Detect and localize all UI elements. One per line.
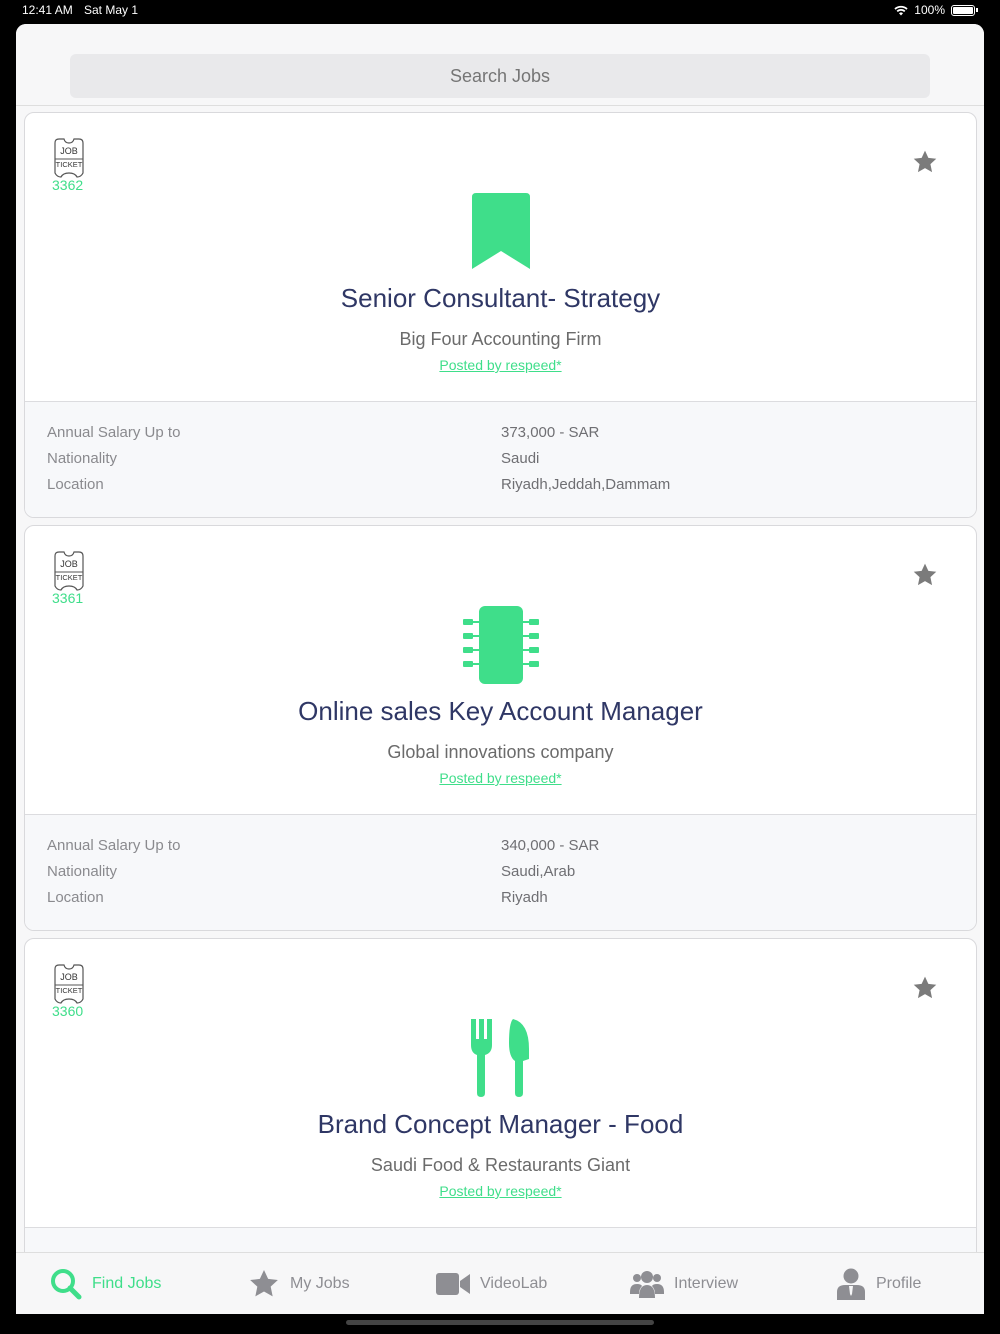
job-title[interactable]: Brand Concept Manager - Food: [25, 1109, 976, 1140]
svg-text:TICKET: TICKET: [56, 986, 83, 995]
posted-by-link[interactable]: Posted by respeed*: [25, 1183, 976, 1199]
nationality-value: Saudi: [501, 450, 540, 467]
search-input[interactable]: [70, 54, 930, 98]
tab-label: Find Jobs: [92, 1275, 162, 1292]
ticket-icon: JOB TICKET: [54, 138, 84, 178]
job-details: Annual Salary Up to 373,000 - SAR Nation…: [25, 401, 976, 517]
search-icon: [51, 1269, 82, 1300]
location-label: Location: [47, 476, 104, 493]
posted-by-text[interactable]: Posted by respeed*: [439, 357, 561, 373]
job-ticket: JOB TICKET 3362: [51, 137, 87, 193]
posted-by-link[interactable]: Posted by respeed*: [25, 357, 976, 373]
posted-by-text[interactable]: Posted by respeed*: [439, 770, 561, 786]
company-name: Big Four Accounting Firm: [399, 329, 602, 349]
star-icon: [250, 1270, 278, 1297]
battery-tip: [976, 8, 978, 12]
svg-text:TICKET: TICKET: [56, 160, 83, 169]
salary-value: 373,000 - SAR: [501, 424, 600, 441]
location-label: Location: [47, 889, 104, 906]
favorite-star-icon[interactable]: [912, 149, 938, 175]
tab-bar: Find Jobs My Jobs VideoLab Interview Pro…: [16, 1252, 984, 1314]
posted-by-link[interactable]: Posted by respeed*: [25, 770, 976, 786]
wifi-icon: [894, 5, 908, 15]
job-card[interactable]: JOB TICKET 3360 Brand Concept Manager - …: [24, 938, 977, 1252]
job-title[interactable]: Online sales Key Account Manager: [25, 696, 976, 727]
users-icon: [630, 1271, 664, 1298]
tab-label: Profile: [876, 1275, 922, 1292]
tab-label: VideoLab: [480, 1275, 548, 1292]
svg-text:JOB: JOB: [60, 146, 78, 156]
tab-my-jobs[interactable]: My Jobs: [248, 1253, 350, 1314]
favorite-star-icon[interactable]: [912, 562, 938, 588]
ticket-number: 3362: [52, 177, 84, 193]
ticket-number: 3360: [52, 1003, 84, 1019]
salary-label: Annual Salary Up to: [47, 837, 181, 854]
status-date: Sat May 1: [84, 3, 139, 17]
tab-label: My Jobs: [290, 1275, 350, 1292]
tab-videolab[interactable]: VideoLab: [436, 1253, 547, 1314]
posted-by-text[interactable]: Posted by respeed*: [439, 1183, 561, 1199]
status-bar: 12:41 AM Sat May 1 100%: [0, 0, 1000, 22]
bookmark-icon: [471, 193, 530, 269]
favorite-star-icon[interactable]: [912, 975, 938, 1001]
job-details: [25, 1227, 976, 1252]
tab-profile[interactable]: Profile: [836, 1253, 921, 1314]
location-value: Riyadh,Jeddah,Dammam: [501, 476, 671, 493]
status-right: 100%: [894, 3, 978, 17]
svg-text:JOB: JOB: [60, 559, 78, 569]
search-bar: [16, 24, 984, 106]
tab-interview[interactable]: Interview: [630, 1253, 738, 1314]
company-name: Saudi Food & Restaurants Giant: [370, 1155, 631, 1175]
ticket-icon: JOB TICKET: [54, 551, 84, 591]
battery-percent: 100%: [914, 3, 945, 17]
tab-label: Interview: [674, 1275, 739, 1292]
fork-knife-icon: [470, 1019, 529, 1097]
job-ticket: JOB TICKET 3360: [51, 963, 87, 1019]
home-indicator[interactable]: [346, 1320, 654, 1325]
job-details: Annual Salary Up to 340,000 - SAR Nation…: [25, 814, 976, 930]
ticket-number: 3361: [52, 590, 84, 606]
salary-label: Annual Salary Up to: [47, 424, 181, 441]
job-ticket: JOB TICKET 3361: [51, 550, 87, 606]
company-name: Global innovations company: [387, 742, 614, 762]
app-window: JOB TICKET 3362 Senior Consultant- Strat…: [16, 24, 984, 1314]
salary-value: 340,000 - SAR: [501, 837, 600, 854]
job-card[interactable]: JOB TICKET 3362 Senior Consultant- Strat…: [24, 112, 977, 518]
tab-find-jobs[interactable]: Find Jobs: [50, 1253, 161, 1314]
job-title[interactable]: Senior Consultant- Strategy: [25, 283, 976, 314]
status-time: 12:41 AM: [22, 3, 73, 17]
location-value: Riyadh: [501, 889, 548, 906]
nationality-label: Nationality: [47, 450, 118, 467]
battery-icon: [951, 4, 975, 16]
video-camera-icon: [436, 1273, 470, 1295]
chip-icon: [462, 606, 539, 684]
job-list[interactable]: JOB TICKET 3362 Senior Consultant- Strat…: [16, 112, 984, 1252]
svg-text:TICKET: TICKET: [56, 573, 83, 582]
job-card[interactable]: JOB TICKET 3361 Online sales Key Account…: [24, 525, 977, 931]
user-icon: [837, 1268, 865, 1300]
nationality-value: Saudi,Arab: [501, 863, 576, 880]
ticket-icon: JOB TICKET: [54, 964, 84, 1004]
svg-text:JOB: JOB: [60, 972, 78, 982]
nationality-label: Nationality: [47, 863, 118, 880]
